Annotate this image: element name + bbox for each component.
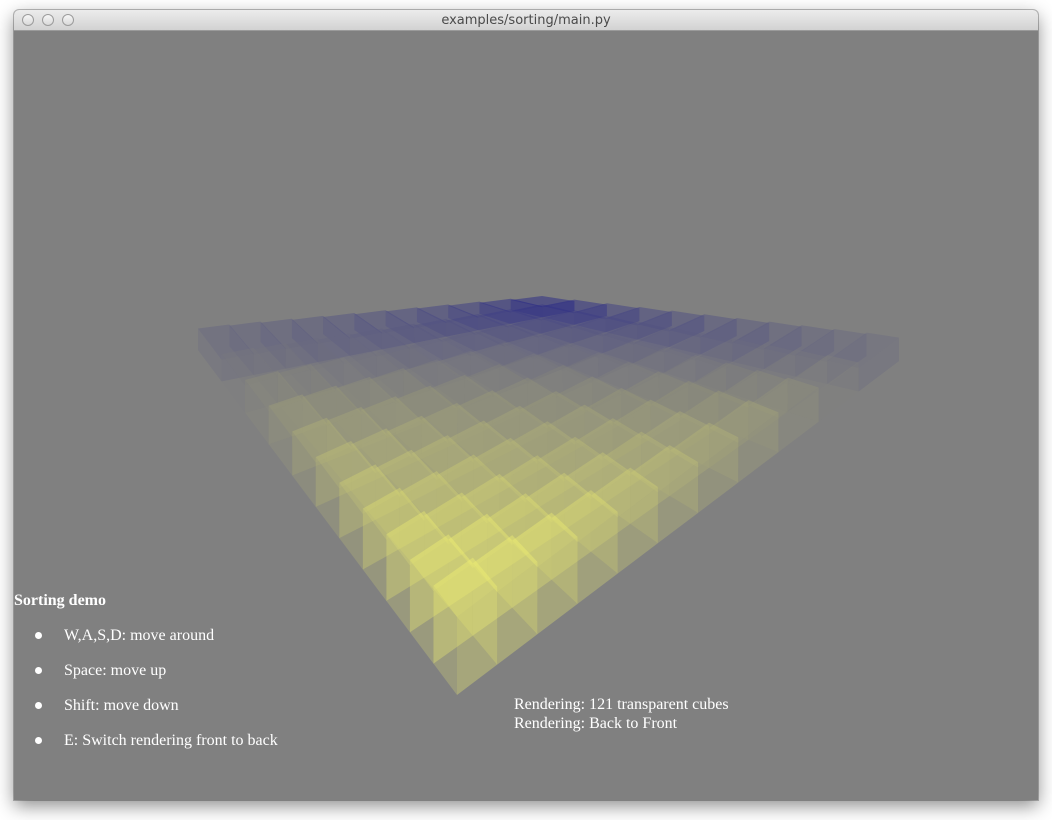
status-render-order: Rendering: Back to Front: [514, 715, 678, 732]
demo-title: Sorting demo: [14, 592, 106, 609]
instruction-item: Space: move up: [14, 662, 278, 697]
bullet-icon: [35, 632, 42, 639]
instruction-text: W,A,S,D: move around: [64, 627, 215, 644]
status-panel: Rendering: 121 transparent cubes Renderi…: [514, 695, 729, 733]
instruction-item: E: Switch rendering front to back: [14, 732, 278, 767]
window-title: examples/sorting/main.py: [441, 13, 611, 28]
instruction-text: Space: move up: [64, 662, 167, 679]
bullet-icon: [35, 667, 42, 674]
render-viewport[interactable]: Sorting demo W,A,S,D: move around Space:…: [14, 31, 1038, 800]
instruction-item: W,A,S,D: move around: [14, 627, 278, 662]
instruction-item: Shift: move down: [14, 697, 278, 732]
title-bar: examples/sorting/main.py: [14, 10, 1038, 31]
status-cube-count: Rendering: 121 transparent cubes: [514, 696, 729, 713]
bullet-icon: [35, 737, 42, 744]
bullet-icon: [35, 702, 42, 709]
instruction-list: W,A,S,D: move around Space: move up Shif…: [14, 627, 278, 767]
app-window: examples/sorting/main.py Sorting demo W,…: [14, 10, 1038, 800]
instruction-text: E: Switch rendering front to back: [64, 732, 278, 749]
instruction-text: Shift: move down: [64, 697, 179, 714]
